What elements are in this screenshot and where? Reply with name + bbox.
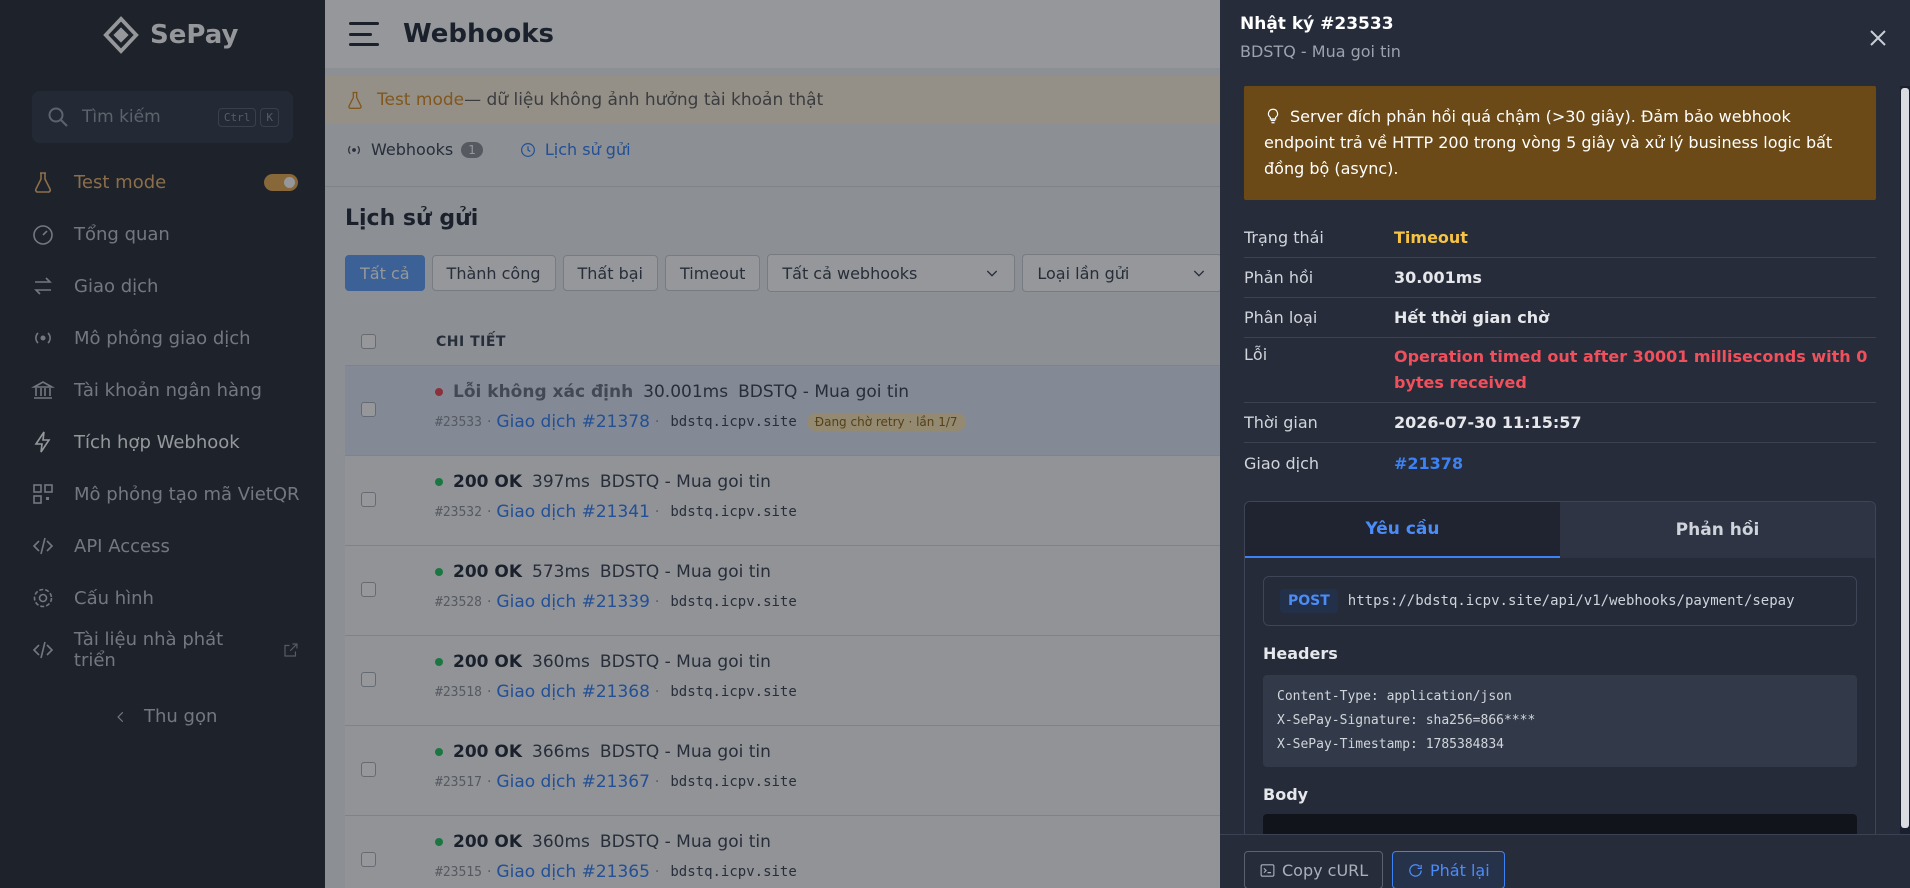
- refresh-icon: [1409, 863, 1422, 877]
- drawer-footer: Copy cURL Phát lại: [1220, 834, 1910, 888]
- scrollbar-thumb[interactable]: [1901, 88, 1909, 828]
- headers-title: Headers: [1263, 644, 1338, 663]
- drawer-subtitle: BDSTQ - Mua goi tin: [1240, 42, 1401, 61]
- drawer-header: Nhật ký #23533 BDSTQ - Mua goi tin: [1240, 14, 1401, 61]
- type-value: Hết thời gian chờ: [1394, 308, 1550, 327]
- modal-backdrop[interactable]: [0, 0, 1220, 888]
- tab-response[interactable]: Phản hồi: [1560, 502, 1875, 558]
- body-title: Body: [1263, 785, 1309, 804]
- request-url-box: POST https://bdstq.icpv.site/api/v1/webh…: [1263, 576, 1857, 626]
- detail-label: Trạng thái: [1244, 228, 1324, 247]
- header-line: X-SePay-Timestamp: 1785384834: [1277, 737, 1504, 752]
- request-content: POST https://bdstq.icpv.site/api/v1/webh…: [1245, 558, 1875, 834]
- detail-row-status: Trạng thái Timeout: [1244, 218, 1876, 258]
- request-response-panel: Yêu cầu Phản hồi POST https://bdstq.icpv…: [1244, 501, 1876, 834]
- status-value: Timeout: [1394, 228, 1468, 247]
- error-value: Operation timed out after 30001 millisec…: [1394, 347, 1868, 392]
- detail-label: Phân loại: [1244, 308, 1318, 327]
- warning-text: Server đích phản hồi quá chậm (>30 giây)…: [1264, 107, 1833, 178]
- replay-button[interactable]: Phát lại: [1392, 851, 1505, 888]
- header-line: X-SePay-Signature: sha256=866****: [1277, 713, 1536, 728]
- detail-label: Giao dịch: [1244, 453, 1320, 473]
- response-value: 30.001ms: [1394, 268, 1482, 287]
- headers-code: Content-Type: application/json X-SePay-S…: [1263, 675, 1857, 767]
- transaction-link[interactable]: #21378: [1394, 454, 1876, 473]
- detail-row-error: Lỗi Operation timed out after 30001 mill…: [1244, 338, 1876, 403]
- request-url: https://bdstq.icpv.site/api/v1/webhooks/…: [1347, 593, 1795, 609]
- request-tabs: Yêu cầu Phản hồi: [1245, 502, 1875, 558]
- header-line: Content-Type: application/json: [1277, 689, 1512, 704]
- detail-row-transaction: Giao dịch #21378: [1244, 443, 1876, 483]
- terminal-icon: [1260, 863, 1275, 877]
- detail-row-type: Phân loại Hết thời gian chờ: [1244, 298, 1876, 338]
- detail-row-time: Thời gian 2026-07-30 11:15:57: [1244, 403, 1876, 443]
- tab-request[interactable]: Yêu cầu: [1245, 502, 1560, 558]
- detail-label: Thời gian: [1244, 413, 1318, 432]
- detail-label: Phản hồi: [1244, 268, 1314, 287]
- copy-curl-button[interactable]: Copy cURL: [1244, 851, 1384, 888]
- close-icon[interactable]: [1866, 26, 1890, 50]
- time-value: 2026-07-30 11:15:57: [1394, 413, 1582, 432]
- drawer-body: Server đích phản hồi quá chậm (>30 giây)…: [1244, 86, 1876, 834]
- log-detail-drawer: Nhật ký #23533 BDSTQ - Mua goi tin Serve…: [1220, 0, 1910, 888]
- detail-label: Lỗi: [1244, 345, 1268, 364]
- http-method-badge: POST: [1280, 589, 1338, 613]
- replay-label: Phát lại: [1430, 860, 1490, 880]
- copy-curl-label: Copy cURL: [1282, 860, 1369, 880]
- drawer-title: Nhật ký #23533: [1240, 14, 1394, 34]
- body-code: [1263, 814, 1857, 834]
- lightbulb-icon: [1267, 108, 1279, 124]
- log-details: Trạng thái Timeout Phản hồi 30.001ms Phâ…: [1244, 218, 1876, 483]
- timeout-warning: Server đích phản hồi quá chậm (>30 giây)…: [1244, 86, 1876, 200]
- detail-row-response: Phản hồi 30.001ms: [1244, 258, 1876, 298]
